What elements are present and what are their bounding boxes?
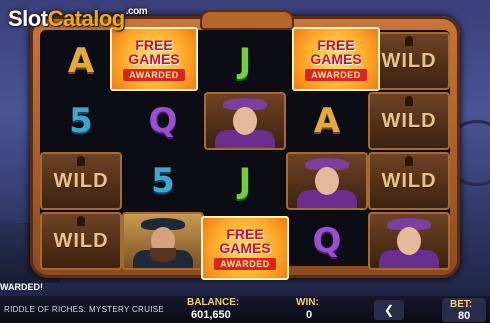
keyhole-icon: [405, 156, 413, 166]
watermark-suffix: .com: [125, 6, 148, 17]
wild-label: WILD: [381, 169, 437, 192]
watermark-accent: Catalog: [47, 6, 126, 31]
portrait-face: [397, 227, 421, 255]
wild-symbol: WILD: [368, 92, 450, 150]
game-title: RIDDLE OF RICHES: MYSTERY CRUISE: [4, 305, 164, 314]
bet-value: 80: [458, 310, 471, 322]
wild-label: WILD: [381, 109, 437, 132]
wild-label: WILD: [53, 169, 109, 192]
free-label: FREE: [226, 225, 264, 242]
win-value: 0: [306, 309, 313, 321]
card-symbol-q: Q: [286, 212, 368, 270]
footer-bar: RIDDLE OF RICHES: MYSTERY CRUISE BALANCE…: [0, 296, 490, 323]
card-symbol-a: A: [286, 92, 368, 150]
status-message: WARDED!: [0, 282, 43, 292]
symbol-glyph: 5: [151, 161, 175, 201]
lady-portrait-symbol: [368, 212, 450, 270]
card-symbol-q: Q: [122, 92, 204, 150]
free-games-awarded-symbol: FREE GAMES AWARDED: [201, 216, 289, 280]
captain-portrait-symbol: [122, 212, 204, 270]
awarded-badge: AWARDED: [214, 257, 276, 270]
game-stage: SlotCatalog.com A 5 WILD WILD FREE GAMES AWARD…: [0, 0, 490, 323]
frame-crest: [200, 10, 294, 30]
wild-symbol: WILD: [40, 152, 122, 210]
symbol-glyph: 5: [69, 101, 93, 141]
keyhole-icon: [405, 96, 413, 106]
free-games-awarded-symbol: FREE GAMES AWARDED: [110, 27, 198, 91]
chevron-left-icon: ❮: [383, 303, 395, 317]
symbol-glyph: A: [313, 101, 341, 141]
bet-display[interactable]: BET: 80: [442, 298, 486, 322]
wild-symbol: WILD: [40, 212, 122, 270]
wild-label: WILD: [381, 49, 437, 72]
portrait-face: [233, 107, 257, 135]
keyhole-icon: [77, 156, 85, 166]
balance-value: 601,650: [191, 309, 231, 321]
wild-symbol: WILD: [368, 152, 450, 210]
wild-symbol: WILD: [368, 32, 450, 90]
games-label: GAMES: [219, 239, 271, 256]
keyhole-icon: [77, 216, 85, 226]
free-label: FREE: [317, 36, 355, 53]
bet-label: BET:: [450, 299, 473, 310]
portrait-face: [315, 167, 339, 195]
lady-portrait-symbol: [286, 152, 368, 210]
win-label: WIN:: [296, 297, 319, 308]
card-symbol-j: J: [204, 32, 286, 90]
free-games-awarded-symbol: FREE GAMES AWARDED: [292, 27, 380, 91]
games-label: GAMES: [128, 50, 180, 67]
watermark-logo: SlotCatalog.com: [8, 6, 148, 32]
card-symbol-5: 5: [122, 152, 204, 210]
symbol-glyph: J: [238, 161, 252, 201]
symbol-glyph: A: [67, 41, 95, 81]
balance-label: BALANCE:: [187, 297, 240, 308]
free-label: FREE: [135, 36, 173, 53]
keyhole-icon: [405, 36, 413, 46]
awarded-badge: AWARDED: [305, 68, 367, 81]
decrease-bet-button[interactable]: ❮: [374, 300, 404, 320]
lady-portrait-symbol: [204, 92, 286, 150]
card-symbol-5: 5: [40, 92, 122, 150]
games-label: GAMES: [310, 50, 362, 67]
awarded-badge: AWARDED: [123, 68, 185, 81]
symbol-glyph: Q: [312, 221, 342, 261]
symbol-glyph: Q: [148, 101, 178, 141]
wild-label: WILD: [53, 229, 109, 252]
card-symbol-j: J: [204, 152, 286, 210]
symbol-glyph: J: [238, 41, 252, 81]
portrait-beard: [150, 248, 176, 262]
watermark-main: Slot: [8, 6, 48, 31]
